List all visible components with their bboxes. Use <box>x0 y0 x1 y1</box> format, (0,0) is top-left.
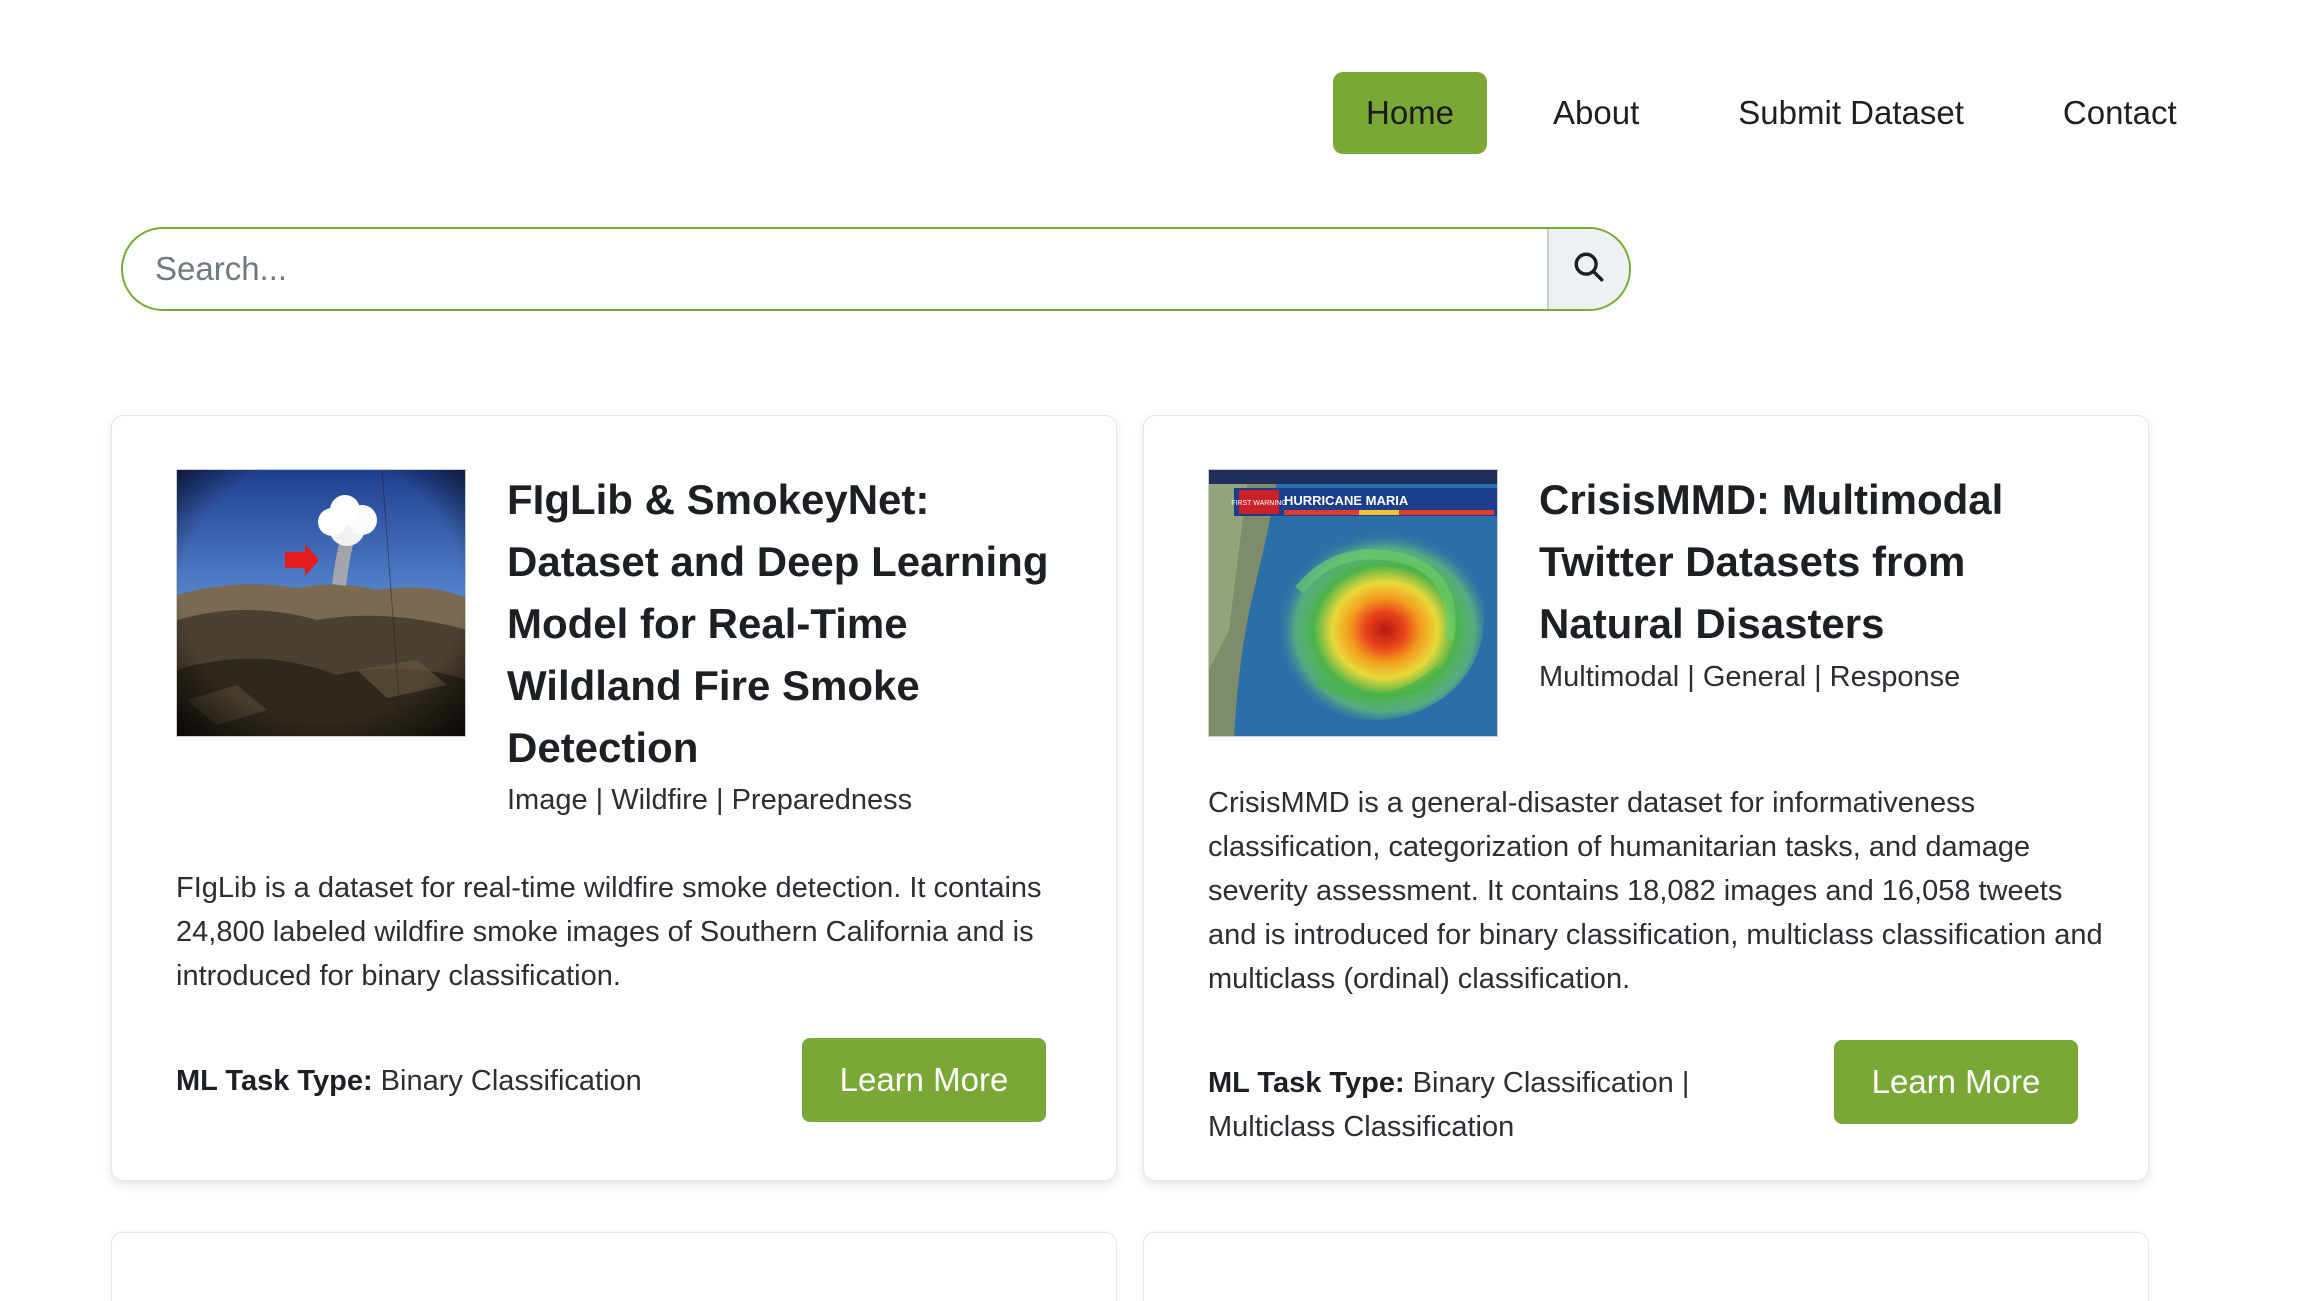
ml-task-type-label: ML Task Type: <box>1208 1067 1405 1099</box>
nav-submit-dataset[interactable]: Submit Dataset <box>1705 72 1997 154</box>
learn-more-button[interactable]: Learn More <box>802 1038 1046 1122</box>
thumb-banner-text: HURRICANE MARIA <box>1284 493 1409 508</box>
dataset-description: FIgLib is a dataset for real-time wildfi… <box>176 872 1042 992</box>
ml-task-type: ML Task Type: Binary Classification | Mu… <box>1208 1061 1768 1149</box>
dataset-card-figlib: FIgLib & SmokeyNet: Dataset and Deep Lea… <box>111 415 1117 1181</box>
dataset-thumbnail: FIRST WARNING HURRICANE MARIA <box>1208 469 1498 737</box>
ml-task-type: ML Task Type: Binary Classification <box>176 1059 736 1103</box>
ml-task-type-value: Binary Classification <box>372 1065 642 1097</box>
search-input[interactable] <box>123 229 1547 309</box>
dataset-description: CrisisMMD is a general-disaster dataset … <box>1208 787 2103 995</box>
dataset-thumbnail <box>176 469 466 737</box>
nav-home[interactable]: Home <box>1333 72 1488 154</box>
dataset-title[interactable]: CrisisMMD: Multimodal Twitter Datasets f… <box>1539 469 2099 655</box>
dataset-title[interactable]: FIgLib & SmokeyNet: Dataset and Deep Lea… <box>507 469 1067 779</box>
dataset-tags: Multimodal | General | Response <box>1539 661 1961 693</box>
search-bar <box>121 227 1631 311</box>
search-button[interactable] <box>1547 229 1629 309</box>
dataset-card-next <box>111 1232 1117 1301</box>
learn-more-button[interactable]: Learn More <box>1834 1040 2078 1124</box>
ml-task-type-label: ML Task Type: <box>176 1065 373 1097</box>
dataset-card-crisismmd: FIRST WARNING HURRICANE MARIA CrisisMMD:… <box>1143 415 2149 1181</box>
page: Home About Submit Dataset Contact Search… <box>0 0 2312 1301</box>
nav-contact[interactable]: Contact <box>2030 72 2210 154</box>
search-icon <box>1572 250 1606 289</box>
dataset-card-next <box>1143 1232 2149 1301</box>
nav-about[interactable]: About <box>1520 72 1672 154</box>
thumb-badge-text: FIRST WARNING <box>1231 500 1287 507</box>
dataset-tags: Image | Wildfire | Preparedness <box>507 784 913 816</box>
main-nav: Home About Submit Dataset Contact <box>1333 72 2210 154</box>
